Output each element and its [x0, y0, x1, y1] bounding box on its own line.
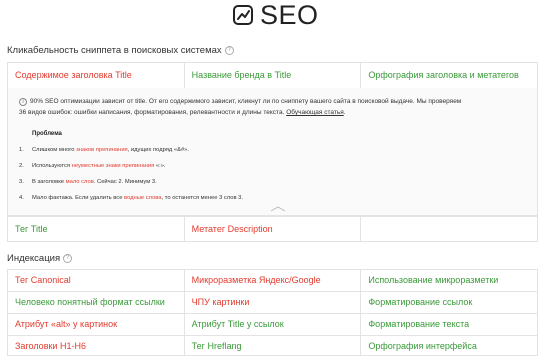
check-cell-human-url[interactable]: Человеко понятный формат ссылки [8, 292, 185, 313]
help-icon[interactable]: ? [63, 254, 73, 263]
info-text-line-2: 36 видов ошибок: ошибки написания, форма… [19, 109, 346, 116]
problem-item: 4. Мало фактажа. Если удалить все водные … [19, 195, 243, 201]
check-cell-img-alt[interactable]: Атрибут «alt» у картинок [8, 314, 185, 335]
check-cell-tag-title[interactable]: Тег Title [8, 217, 185, 241]
check-cell-text-format[interactable]: Форматирование текста [361, 314, 537, 335]
check-cell-microdata-usage[interactable]: Использование микроразметки [361, 270, 537, 291]
info-icon: i [19, 98, 27, 106]
page-header: SEO [0, 0, 545, 34]
check-details-panel: i 90% SEO оптимизации зависит от title. О… [7, 88, 538, 216]
chart-trend-icon [233, 5, 253, 25]
problem-item: 1. Слишком много знаков препинания, идущи… [19, 147, 190, 153]
indexing-grid: Тег Canonical Микроразметка Яндекс/Googl… [7, 269, 538, 356]
help-icon[interactable]: ? [224, 46, 234, 55]
page-title: SEO [260, 0, 319, 30]
collapse-chevron-icon[interactable] [270, 206, 286, 212]
check-cell-title-spelling[interactable]: Орфография заголовка и метатегов [361, 63, 537, 88]
check-cell-link-format[interactable]: Форматирование ссылок [361, 292, 537, 313]
check-cell-meta-description[interactable]: Метатег Description [185, 217, 362, 241]
check-cell-canonical[interactable]: Тег Canonical [8, 270, 185, 291]
problem-item: 3. В заголовке мало слов. Сейчас 2. Миним… [19, 179, 157, 185]
snippet-section-label: Кликабельность сниппета в поисковых сист… [7, 45, 222, 56]
check-cell-ui-spelling[interactable]: Орфография интерфейса [361, 336, 537, 356]
tutorial-link[interactable]: Обучающая статья [286, 109, 344, 116]
snippet-top-row: Содержимое заголовка Title Название брен… [7, 62, 538, 89]
check-cell-title-content[interactable]: Содержимое заголовка Title [8, 63, 185, 88]
indexing-section-title: Индексация? [7, 253, 73, 265]
snippet-bottom-row: Тег Title Метатег Description [7, 216, 538, 242]
snippet-section-title: Кликабельность сниппета в поисковых сист… [7, 45, 234, 57]
check-cell-hreflang[interactable]: Тег Hreflang [185, 336, 362, 356]
check-cell-link-title[interactable]: Атрибут Title у ссылок [185, 314, 362, 335]
indexing-section-label: Индексация [7, 253, 61, 264]
problem-item: 2. Используются неуместные знаки препинан… [19, 163, 166, 169]
problem-heading: Проблема [32, 131, 62, 137]
check-cell-brand-in-title[interactable]: Название бренда в Title [185, 63, 362, 88]
check-cell-image-urls[interactable]: ЧПУ картинки [185, 292, 362, 313]
check-cell-headings[interactable]: Заголовки H1-H6 [8, 336, 185, 356]
check-cell-microdata[interactable]: Микроразметка Яндекс/Google [185, 270, 362, 291]
check-cell-empty [361, 217, 537, 241]
info-text-line-1: i 90% SEO оптимизации зависит от title. О… [19, 98, 461, 106]
